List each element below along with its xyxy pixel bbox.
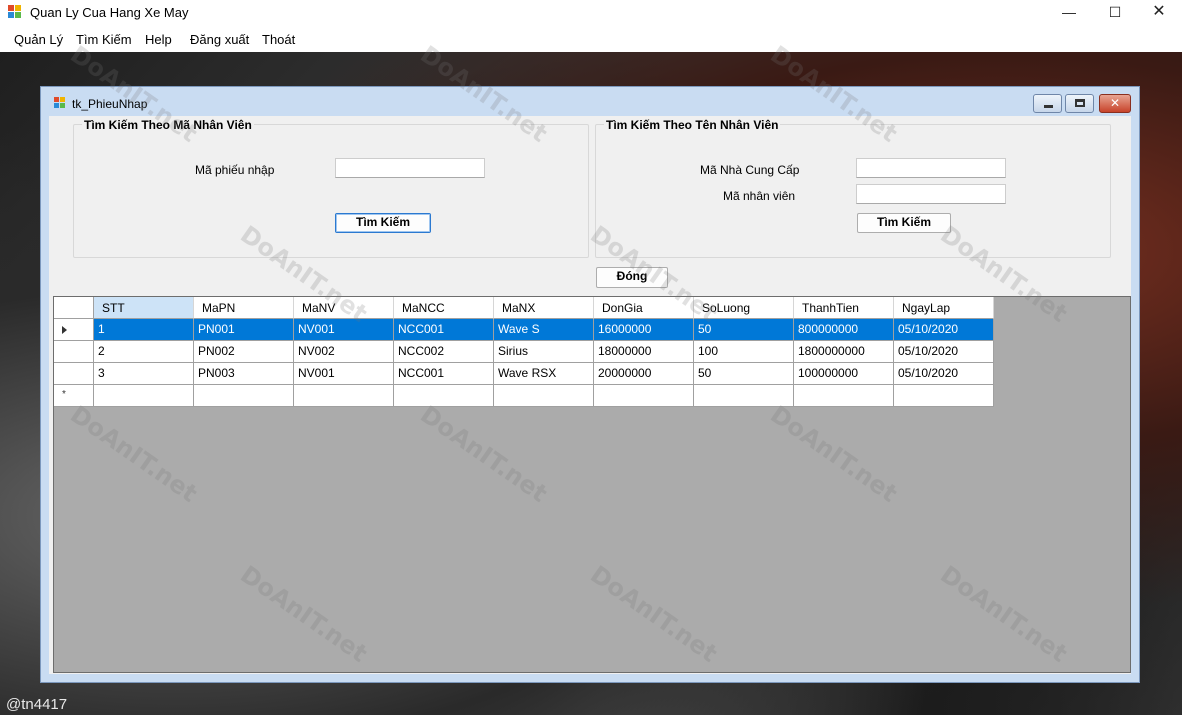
author-handle: @tn4417 (6, 696, 68, 713)
child-window-title: tk_PhieuNhap (72, 97, 148, 111)
ma-nhan-vien-input[interactable] (856, 184, 1006, 204)
cell[interactable]: NCC002 (394, 341, 494, 363)
label-ma-nha-cung-cap: Mã Nhà Cung Cấp (700, 163, 800, 177)
col-header-soluong[interactable]: SoLuong (694, 297, 794, 319)
cell[interactable]: 05/10/2020 (894, 319, 994, 341)
child-minimize-button[interactable] (1033, 94, 1062, 113)
cell[interactable] (394, 385, 494, 407)
title-bar: Quan Ly Cua Hang Xe May — ☐ ✕ (0, 0, 1182, 26)
cell[interactable]: 18000000 (594, 341, 694, 363)
row-header[interactable]: * (54, 385, 94, 407)
cell[interactable]: Wave S (494, 319, 594, 341)
menu-dang-xuat[interactable]: Đăng xuất (190, 32, 249, 47)
cell[interactable]: 1 (94, 319, 194, 341)
col-header-manx[interactable]: MaNX (494, 297, 594, 319)
cell[interactable]: 100 (694, 341, 794, 363)
cell[interactable] (494, 385, 594, 407)
menu-thoat[interactable]: Thoát (262, 32, 295, 47)
menu-quan-ly[interactable]: Quản Lý (14, 32, 63, 47)
label-ma-nhan-vien: Mã nhân viên (723, 189, 796, 203)
col-header-dongia[interactable]: DonGia (594, 297, 694, 319)
maximize-icon (1075, 99, 1085, 107)
row-header[interactable] (54, 319, 94, 341)
group-search-by-employee-name: Tìm Kiếm Theo Tên Nhân Viên Mã Nhà Cung … (595, 118, 1111, 258)
cell[interactable] (594, 385, 694, 407)
cell[interactable]: 2 (94, 341, 194, 363)
cell[interactable]: 16000000 (594, 319, 694, 341)
col-header-mapn[interactable]: MaPN (194, 297, 294, 319)
cell[interactable]: 50 (694, 363, 794, 385)
cell[interactable]: 50 (694, 319, 794, 341)
col-header-stt[interactable]: STT (94, 297, 194, 319)
label-ma-phieu-nhap: Mã phiếu nhập (195, 163, 275, 177)
cell[interactable]: 800000000 (794, 319, 894, 341)
cell[interactable]: Sirius (494, 341, 594, 363)
child-maximize-button[interactable] (1065, 94, 1094, 113)
cell[interactable]: 20000000 (594, 363, 694, 385)
cell[interactable] (294, 385, 394, 407)
cell[interactable] (94, 385, 194, 407)
cell[interactable]: NCC001 (394, 363, 494, 385)
cell[interactable]: 1800000000 (794, 341, 894, 363)
cell[interactable]: PN003 (194, 363, 294, 385)
cell[interactable]: NV002 (294, 341, 394, 363)
row-header[interactable] (54, 341, 94, 363)
cell[interactable]: 100000000 (794, 363, 894, 385)
ma-phieu-nhap-input[interactable] (335, 158, 485, 178)
ma-nha-cung-cap-input[interactable] (856, 158, 1006, 178)
col-header-ngaylap[interactable]: NgayLap (894, 297, 994, 319)
app-icon (8, 5, 21, 18)
cell[interactable] (694, 385, 794, 407)
close-form-button[interactable]: Đóng (596, 267, 668, 288)
form-icon (54, 97, 65, 108)
close-window-button[interactable]: ✕ (1136, 0, 1182, 26)
group-right-title: Tìm Kiếm Theo Tên Nhân Viên (604, 118, 781, 132)
cell[interactable]: 3 (94, 363, 194, 385)
new-row-marker: * (62, 389, 66, 400)
cell[interactable]: Wave RSX (494, 363, 594, 385)
cell[interactable]: NV001 (294, 319, 394, 341)
cell[interactable]: 05/10/2020 (894, 341, 994, 363)
child-window: tk_PhieuNhap ✕ Tìm Kiếm Theo Mã Nhân Viê… (40, 86, 1140, 683)
cell[interactable] (894, 385, 994, 407)
window-title: Quan Ly Cua Hang Xe May (30, 5, 189, 20)
col-header-mancc[interactable]: MaNCC (394, 297, 494, 319)
menu-help[interactable]: Help (145, 32, 172, 47)
group-left-title: Tìm Kiếm Theo Mã Nhân Viên (82, 118, 254, 132)
col-header-manv[interactable]: MaNV (294, 297, 394, 319)
cell[interactable]: PN001 (194, 319, 294, 341)
search-button-right[interactable]: Tìm Kiếm (857, 213, 951, 233)
cell[interactable]: PN002 (194, 341, 294, 363)
maximize-button[interactable]: ☐ (1092, 0, 1138, 26)
cell[interactable]: 05/10/2020 (894, 363, 994, 385)
current-row-arrow-icon (62, 326, 67, 334)
data-grid[interactable]: STT MaPN MaNV MaNCC MaNX DonGia SoLuong … (53, 296, 1131, 673)
child-close-button[interactable]: ✕ (1099, 94, 1131, 113)
cell[interactable]: NCC001 (394, 319, 494, 341)
minimize-icon (1044, 105, 1053, 108)
menu-tim-kiem[interactable]: Tìm Kiếm (76, 32, 132, 47)
minimize-button[interactable]: — (1046, 0, 1092, 26)
cell[interactable] (794, 385, 894, 407)
cell[interactable] (194, 385, 294, 407)
search-button-left[interactable]: Tìm Kiếm (335, 213, 431, 233)
menu-bar: Quản Lý Tìm Kiếm Help Đăng xuất Thoát (0, 26, 1182, 52)
cell[interactable]: NV001 (294, 363, 394, 385)
grid-corner-header[interactable] (54, 297, 94, 319)
form-client-area: Tìm Kiếm Theo Mã Nhân Viên Mã phiếu nhập… (49, 116, 1131, 674)
col-header-thanhtien[interactable]: ThanhTien (794, 297, 894, 319)
row-header[interactable] (54, 363, 94, 385)
group-search-by-employee-id: Tìm Kiếm Theo Mã Nhân Viên Mã phiếu nhập… (73, 118, 589, 258)
